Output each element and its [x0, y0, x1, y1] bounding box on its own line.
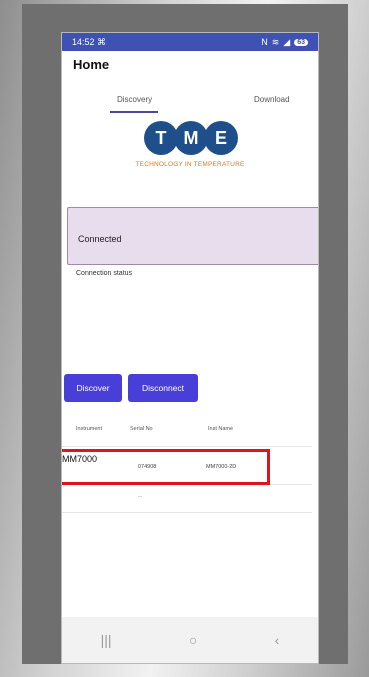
logo-letter-e: E — [204, 121, 238, 155]
screenshot-icon: ⌘ — [97, 36, 107, 47]
disconnect-button[interactable]: Disconnect — [128, 374, 198, 402]
table-header: Instrument Serial No Inst Name — [62, 410, 312, 447]
header-instrument: Instrument — [76, 426, 102, 432]
wifi-icon: ≋ — [271, 36, 280, 47]
status-icons: N ≋ ◢ 63 — [261, 37, 308, 48]
signal-icon: ◢ — [283, 36, 291, 47]
logo-letter-m: M — [174, 121, 208, 155]
status-bar: 14:52 ⌘ N ≋ ◢ 63 — [62, 33, 318, 51]
header-serial: Serial No — [130, 426, 153, 432]
phone-screen: 14:52 ⌘ N ≋ ◢ 63 Home Discovery Download… — [62, 33, 318, 663]
connection-status-card: Connected — [67, 207, 318, 265]
connection-status-value: Connected — [78, 234, 122, 244]
tab-bar: Discovery Download — [62, 91, 318, 117]
home-icon[interactable]: ○ — [189, 632, 197, 648]
tme-logo: T M E — [62, 117, 318, 163]
back-icon[interactable]: ‹ — [275, 632, 280, 648]
connection-status-label: Connection status — [76, 270, 133, 277]
logo-letter-t: T — [144, 121, 178, 155]
tab-download[interactable]: Download — [254, 95, 290, 104]
system-navbar: ||| ○ ‹ — [62, 617, 318, 663]
cell-serial: -- — [138, 494, 142, 500]
logo-tagline: TECHNOLOGY IN TEMPERATURE — [135, 161, 245, 168]
status-time: 14:52 — [72, 36, 95, 47]
recent-apps-icon[interactable]: ||| — [101, 632, 112, 648]
battery-icon: 63 — [294, 38, 308, 46]
tab-discovery[interactable]: Discovery — [117, 95, 152, 104]
discover-button[interactable]: Discover — [64, 374, 122, 402]
status-time-group: 14:52 ⌘ — [72, 37, 106, 48]
highlight-box — [62, 449, 270, 485]
header-inst-name: Inst Name — [208, 426, 234, 432]
nfc-icon: N — [261, 37, 268, 47]
table-row[interactable]: -- — [62, 484, 312, 513]
page-title: Home — [73, 57, 110, 72]
active-tab-indicator — [110, 111, 158, 113]
